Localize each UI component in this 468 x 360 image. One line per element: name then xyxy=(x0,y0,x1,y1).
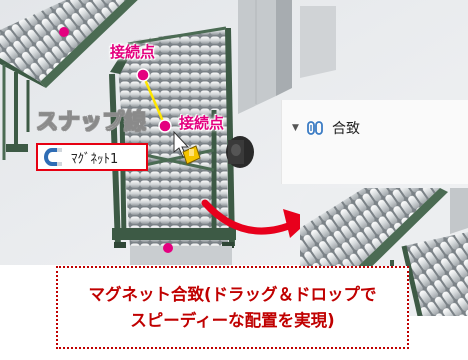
tree-item-magnet-mate[interactable]: ﾏｸﾞﾈｯﾄ1 xyxy=(36,143,148,171)
connection-point-marker-1[interactable] xyxy=(136,68,150,82)
mate-paperclip-icon xyxy=(307,121,323,135)
snap-line-label: スナップ線 xyxy=(35,110,147,136)
chevron-down-icon[interactable]: ▼ xyxy=(292,123,306,133)
feature-tree-panel: ▼ 合致 xyxy=(281,100,468,184)
caption-box: マグネット合致(ドラッグ＆ドロップで スピーディーな配置を実現) xyxy=(56,266,409,349)
drive-motor xyxy=(226,136,254,168)
mates-folder-label: 合致 xyxy=(332,121,360,137)
connection-point-marker-2[interactable] xyxy=(158,119,172,133)
connection-point-label-1: 接続点 xyxy=(110,43,156,61)
magnet-icon xyxy=(44,148,62,166)
connection-point-label-2: 接続点 xyxy=(179,114,225,132)
cad-screenshot: 接続点 接続点 スナップ線 ▼ 合致 ﾏｸﾞﾈｯﾄ1 マグネット合致(ドラッグ＆… xyxy=(0,0,468,360)
tree-item-mates-folder[interactable]: ▼ 合致 xyxy=(292,118,360,138)
connection-point-marker-4[interactable] xyxy=(163,243,173,253)
caption-line-1: マグネット合致(ドラッグ＆ドロップで xyxy=(88,284,377,304)
lower-conveyor xyxy=(130,246,232,265)
magnet-mate-label: ﾏｸﾞﾈｯﾄ1 xyxy=(71,151,119,167)
connection-point-marker-3[interactable] xyxy=(59,27,69,37)
caption-line-2: スピーディーな配置を実現) xyxy=(130,310,335,330)
